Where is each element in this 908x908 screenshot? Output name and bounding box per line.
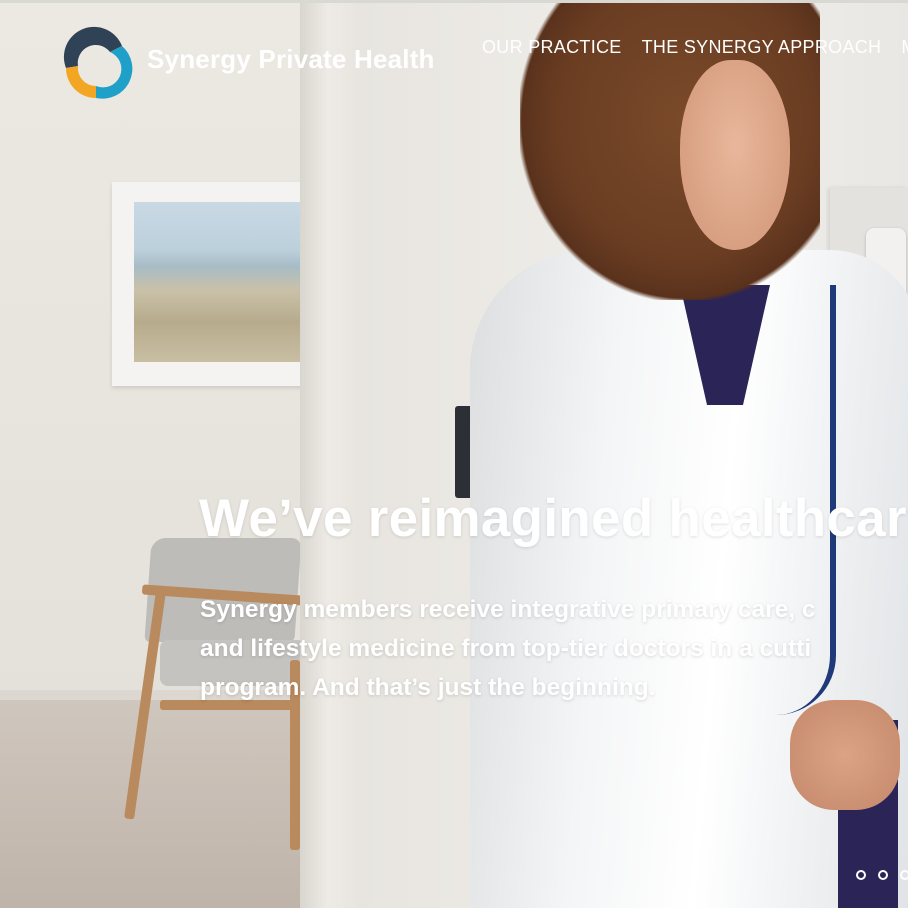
hero-headline: We’ve reimagined healthcar: [199, 489, 907, 548]
hero-background-photo: [0, 0, 908, 908]
doctor-hands: [790, 700, 900, 810]
carousel-dot[interactable]: [878, 870, 888, 880]
carousel-dot[interactable]: [856, 870, 866, 880]
hero-subtext-line: program. And that’s just the beginning.: [200, 674, 656, 701]
hero-subtext: Synergy members receive integrative prim…: [200, 590, 908, 707]
nav-our-practice[interactable]: OUR PRACTICE: [482, 37, 622, 58]
framed-painting: [112, 182, 330, 386]
top-border: [0, 0, 908, 3]
hero-subtext-line: and lifestyle medicine from top-tier doc…: [200, 635, 812, 662]
main-nav: OUR PRACTICE THE SYNERGY APPROACH ME: [482, 37, 908, 58]
site-header: Synergy Private Health OUR PRACTICE THE …: [0, 0, 908, 110]
carousel-dot[interactable]: [900, 870, 908, 880]
synergy-logo-icon[interactable]: [56, 24, 136, 102]
nav-membership[interactable]: ME: [901, 37, 908, 58]
carousel-dots: [856, 870, 908, 880]
nav-synergy-approach[interactable]: THE SYNERGY APPROACH: [642, 37, 882, 58]
hero-subtext-line: Synergy members receive integrative prim…: [200, 596, 816, 623]
brand-name[interactable]: Synergy Private Health: [147, 44, 435, 75]
